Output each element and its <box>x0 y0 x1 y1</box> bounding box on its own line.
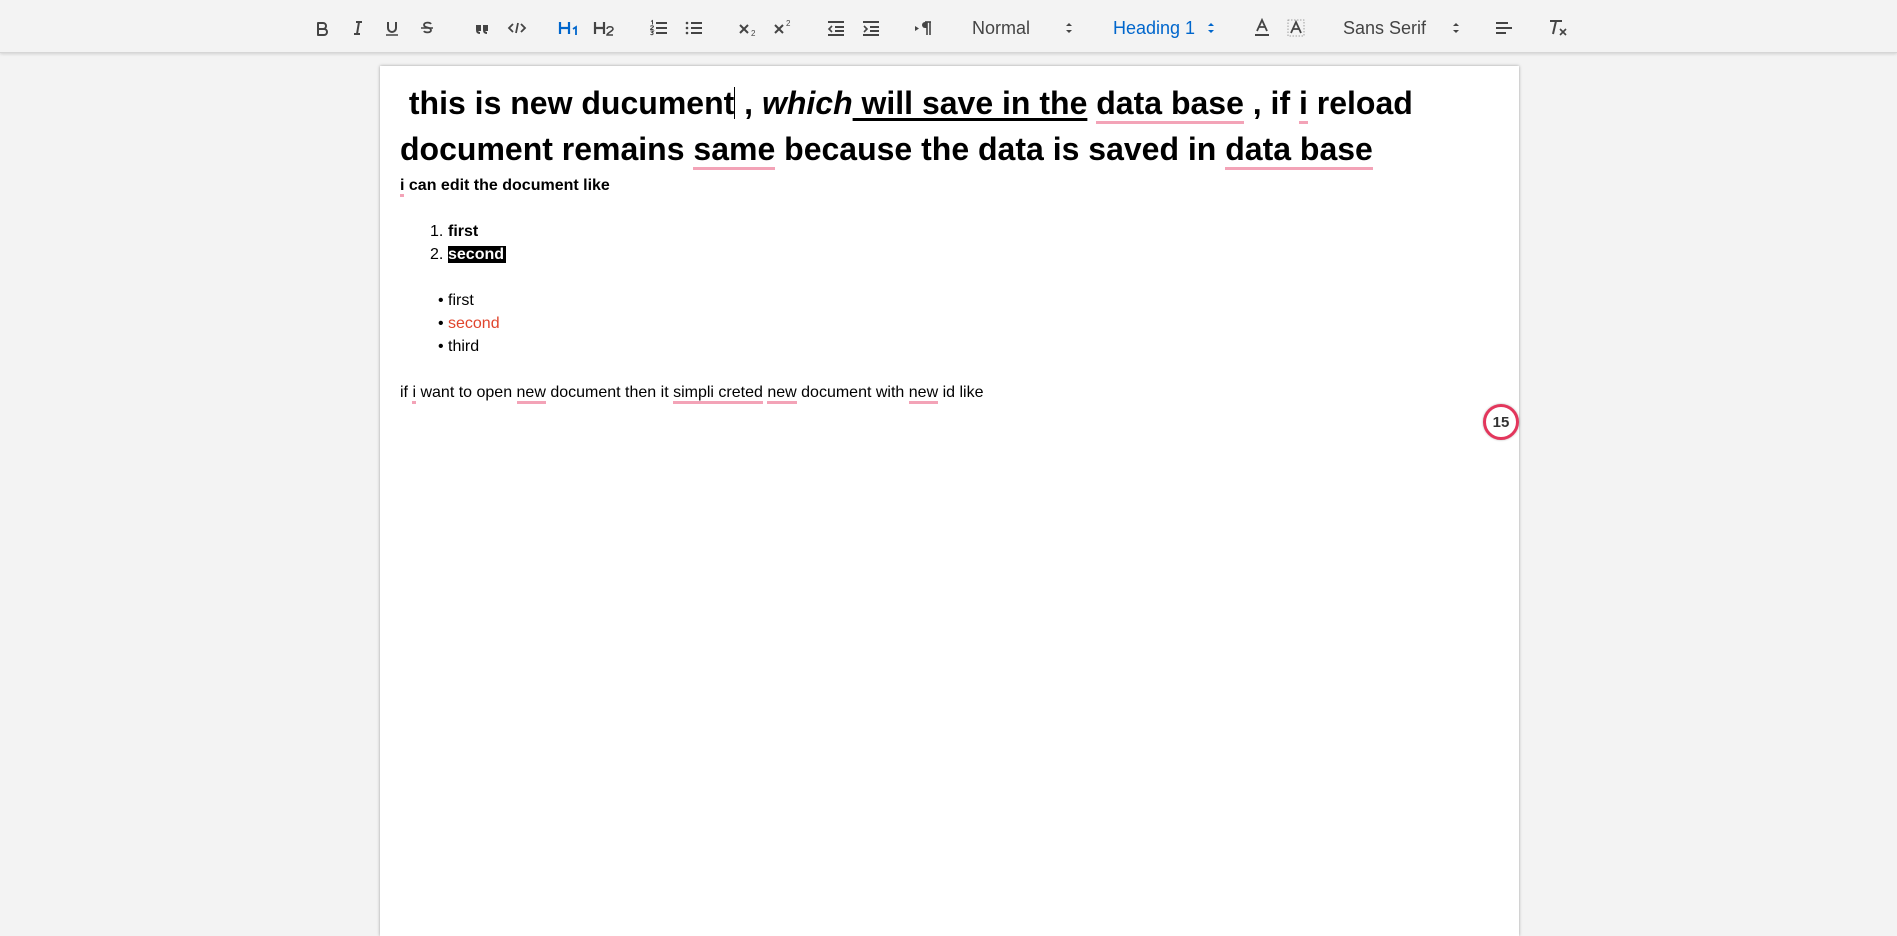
heading-space <box>1087 85 1096 121</box>
ordered-list-icon <box>649 19 667 36</box>
heading-text: , <box>1243 85 1271 121</box>
list-item: • third <box>400 335 1500 358</box>
align-button[interactable] <box>1492 14 1516 42</box>
list-number: 2. <box>430 246 444 263</box>
bold-button[interactable] <box>311 14 333 42</box>
heading-italic-text: which <box>761 85 853 121</box>
spellcheck-word: data base <box>1096 85 1244 124</box>
list-item-text: third <box>448 338 480 355</box>
indent-button[interactable] <box>859 14 883 42</box>
spellcheck-word: new <box>767 384 797 404</box>
heading-text: this is new ducument <box>408 85 735 121</box>
subline-text: can edit the document like <box>404 177 610 194</box>
code-block-button[interactable] <box>505 14 529 42</box>
subscript-button[interactable]: 2 <box>736 14 760 42</box>
chevron-updown-icon <box>1064 21 1074 35</box>
bullet-marker: • <box>438 338 444 355</box>
clear-format-icon <box>1550 20 1567 36</box>
quote-icon <box>475 25 488 34</box>
paragraph-text: want to open <box>416 384 517 401</box>
list-item: 2. second <box>400 243 1500 266</box>
bold-icon <box>317 22 328 36</box>
color-button[interactable] <box>1250 14 1274 42</box>
list-number: 1. <box>430 223 444 240</box>
size-picker-label: Normal <box>972 17 1031 38</box>
outdent-icon <box>827 21 844 36</box>
heading-text: , <box>735 85 762 121</box>
ordered-list: 1. first 2. second <box>400 220 1500 266</box>
document-page[interactable]: this is new ducument , which will save i… <box>380 66 1519 936</box>
spellcheck-word: new <box>908 384 939 404</box>
outdent-button[interactable] <box>824 14 848 42</box>
list-item-text: first <box>448 292 474 309</box>
size-picker[interactable]: Normal <box>972 14 1082 42</box>
svg-text:2: 2 <box>786 19 791 28</box>
text-color-icon <box>1255 18 1269 36</box>
document-heading: this is new ducument , which will save i… <box>400 80 1500 172</box>
grammar-issues-badge[interactable]: 15 <box>1483 404 1519 440</box>
paragraph-text: id like <box>938 384 984 401</box>
subscript-icon: 2 <box>739 24 756 37</box>
document-subline: i can edit the document like <box>400 176 1500 197</box>
list-item-text: second <box>448 315 500 332</box>
selected-text: second <box>448 246 507 263</box>
direction-button[interactable] <box>912 14 936 42</box>
background-color-icon <box>1287 19 1305 37</box>
italic-icon <box>354 21 362 35</box>
strike-button[interactable] <box>416 14 438 42</box>
background-button[interactable] <box>1284 14 1308 42</box>
spellcheck-word: same <box>693 131 776 170</box>
font-picker-label: Sans Serif <box>1343 17 1427 38</box>
bullet-list-button[interactable] <box>683 14 705 42</box>
spellcheck-word: i <box>1298 85 1308 124</box>
bullet-marker: • <box>438 315 444 332</box>
header-2-button[interactable] <box>591 14 617 42</box>
bullet-list-icon <box>685 21 702 35</box>
ordered-list-button[interactable] <box>648 14 670 42</box>
paragraph-text: if <box>400 384 413 401</box>
blockquote-button[interactable] <box>470 14 494 42</box>
heading-underlined-text: will save in the <box>852 85 1088 121</box>
underline-button[interactable] <box>381 14 403 42</box>
header-1-button[interactable] <box>556 14 582 42</box>
text-direction-icon <box>915 21 931 35</box>
superscript-icon: 2 <box>774 19 791 34</box>
h1-icon <box>558 22 577 35</box>
indent-icon <box>863 21 879 36</box>
underline-icon <box>386 22 398 36</box>
chevron-updown-icon <box>1451 21 1461 35</box>
issue-count: 15 <box>1492 413 1510 431</box>
paragraph-text: document with <box>796 384 909 401</box>
document-paragraph: if i want to open new document then it s… <box>400 381 1500 404</box>
superscript-button[interactable]: 2 <box>771 14 795 42</box>
code-icon <box>507 22 527 34</box>
editor-toolbar: 2 2 Normal Heading 1 Sans Serif <box>0 0 1897 53</box>
h2-icon <box>593 22 614 36</box>
heading-text: because the data is saved in <box>775 131 1226 167</box>
heading-text: if <box>1270 85 1299 121</box>
chevron-updown-icon <box>1206 21 1216 35</box>
list-item: 1. first <box>400 220 1500 243</box>
header-picker-label: Heading 1 <box>1113 17 1196 38</box>
header-picker[interactable]: Heading 1 <box>1113 14 1223 42</box>
paragraph-text: document then it <box>545 384 674 401</box>
list-item: • first <box>400 289 1500 312</box>
document-editor[interactable]: this is new ducument , which will save i… <box>400 80 1500 404</box>
list-item-text: first <box>448 223 479 240</box>
italic-button[interactable] <box>347 14 369 42</box>
svg-text:2: 2 <box>751 29 756 37</box>
clean-button[interactable] <box>1546 14 1570 42</box>
spellcheck-word: data base <box>1225 131 1373 170</box>
spellcheck-word: simpli creted <box>673 384 763 404</box>
spellcheck-word: new <box>516 384 546 404</box>
strikethrough-icon <box>421 21 433 34</box>
bullet-marker: • <box>438 292 444 309</box>
bullet-list: • first • second • third <box>400 289 1500 358</box>
font-picker[interactable]: Sans Serif <box>1343 14 1463 42</box>
align-left-icon <box>1496 22 1512 34</box>
list-item: • second <box>400 312 1500 335</box>
